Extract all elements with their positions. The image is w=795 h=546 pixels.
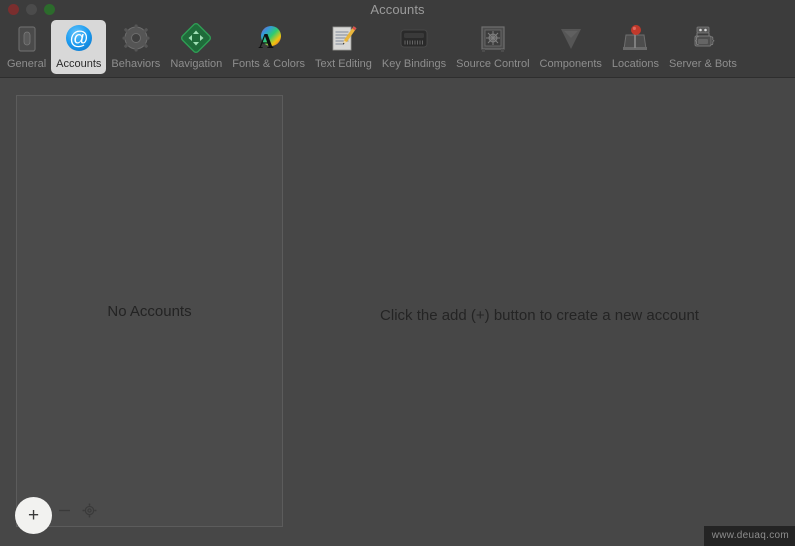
map-pin-icon (618, 23, 652, 57)
remove-account-button[interactable] (54, 500, 74, 520)
watermark: www.deuaq.com (703, 526, 795, 546)
toolbar-item-components[interactable]: Components (535, 20, 607, 74)
toolbar-item-locations[interactable]: Locations (607, 20, 664, 74)
toolbar-item-key-bindings-label: Key Bindings (381, 58, 447, 70)
robot-icon: { } (686, 23, 720, 57)
toolbar-item-components-label: Components (539, 58, 602, 70)
gear-icon (119, 23, 153, 57)
add-button-focus-highlight[interactable]: + (15, 497, 52, 534)
toolbar-item-key-bindings[interactable]: Key Bindings (377, 20, 451, 74)
toolbar-item-fonts-colors-label: Fonts & Colors (232, 58, 306, 70)
add-button-plus-label: + (27, 505, 40, 526)
safe-vault-icon (476, 23, 510, 57)
text-editing-icon (326, 23, 360, 57)
accounts-list-panel[interactable]: No Accounts (16, 95, 283, 527)
toolbar-item-navigation[interactable]: Navigation (165, 20, 227, 74)
at-sign-icon: @ (62, 23, 96, 57)
general-icon (10, 23, 44, 57)
toolbar-item-source-control[interactable]: Source Control (451, 20, 534, 74)
minus-icon (58, 509, 70, 511)
titlebar: Accounts General @ Accounts Behaviors Na… (0, 0, 795, 78)
toolbar-item-server-bots[interactable]: { } Server & Bots (664, 20, 742, 74)
toolbar-item-text-editing-label: Text Editing (315, 58, 372, 70)
toolbar-item-text-editing[interactable]: Text Editing (310, 20, 377, 74)
fonts-colors-icon: A (252, 23, 286, 57)
preferences-toolbar: General @ Accounts Behaviors Navigation … (0, 20, 795, 76)
toolbar-item-general-label: General (7, 58, 47, 70)
toolbar-item-accounts-label: Accounts (56, 58, 102, 70)
toolbar-item-source-control-label: Source Control (456, 58, 530, 70)
toolbar-item-general[interactable]: General (2, 20, 51, 74)
accounts-list-controls (17, 496, 282, 526)
keyboard-icon (397, 23, 431, 57)
window-title: Accounts (370, 2, 425, 17)
components-icon (554, 23, 588, 57)
account-detail-message: Click the add (+) button to create a new… (380, 306, 699, 324)
toolbar-item-accounts[interactable]: @ Accounts (51, 20, 107, 74)
toolbar-item-locations-label: Locations (611, 58, 659, 70)
svg-text:@: @ (69, 29, 88, 50)
toolbar-item-server-bots-label: Server & Bots (668, 58, 737, 70)
gear-icon (82, 503, 96, 517)
svg-text:{: { (694, 36, 699, 46)
account-detail-pane: Click the add (+) button to create a new… (284, 95, 795, 527)
accounts-empty-label: No Accounts (107, 302, 192, 320)
toolbar-item-behaviors[interactable]: Behaviors (106, 20, 165, 74)
svg-text:}: } (710, 36, 715, 46)
svg-text:A: A (258, 29, 274, 53)
toolbar-item-behaviors-label: Behaviors (111, 58, 161, 70)
toolbar-item-fonts-colors[interactable]: A Fonts & Colors (227, 20, 310, 74)
navigation-diamond-icon (179, 22, 213, 57)
toolbar-item-navigation-label: Navigation (170, 58, 223, 70)
preferences-window: Accounts General @ Accounts Behaviors Na… (0, 0, 795, 546)
account-options-button[interactable] (79, 500, 99, 520)
